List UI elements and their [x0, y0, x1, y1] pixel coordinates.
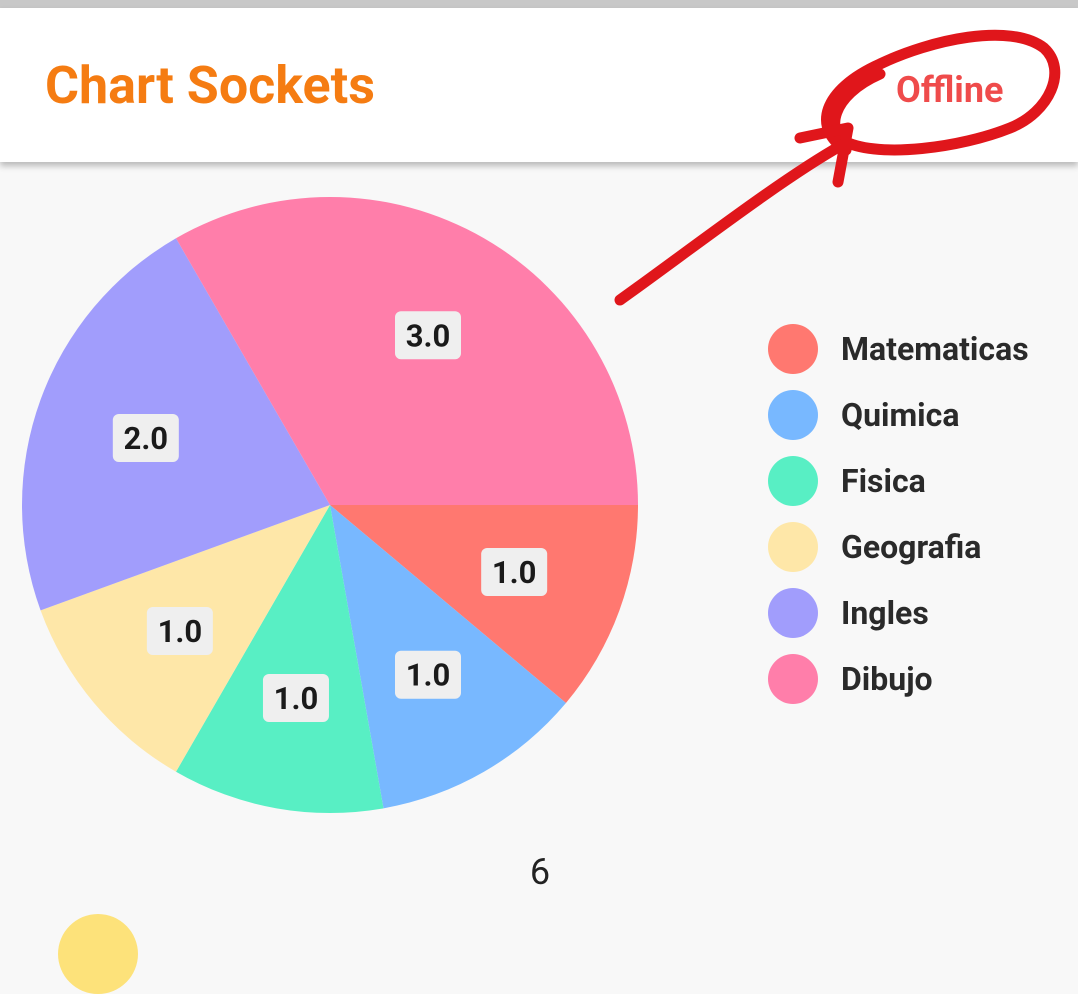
status-bar-strip	[0, 0, 1078, 8]
legend-color-dot	[768, 456, 818, 506]
pie-chart: 1.0 1.0 1.0 1.0 2.0 3.0	[21, 197, 638, 813]
pie-value-text: 2.0	[124, 420, 169, 457]
chart-legend: Matematicas Quimica Fisica Geografia Ingles D…	[768, 316, 1068, 712]
legend-label: Ingles	[841, 594, 929, 632]
pie-value-text: 1.0	[406, 657, 451, 694]
connection-status: Offline	[896, 69, 1004, 111]
legend-color-dot	[768, 324, 818, 374]
pie-value-text: 3.0	[406, 317, 451, 354]
pie-value-text: 1.0	[158, 613, 203, 650]
legend-label: Fisica	[841, 462, 926, 500]
legend-item-ingles: Ingles	[768, 580, 1068, 646]
legend-item-dibujo: Dibujo	[768, 646, 1068, 712]
pie-value-label: 1.0	[146, 606, 213, 655]
item-count: 6	[529, 851, 551, 893]
legend-item-fisica: Fisica	[768, 448, 1068, 514]
avatar	[58, 914, 138, 994]
pie-value-label: 3.0	[395, 311, 461, 360]
pie-value-label: 1.0	[395, 650, 461, 699]
pie-value-label: 1.0	[262, 674, 329, 723]
legend-color-dot	[768, 522, 818, 572]
legend-label: Matematicas	[841, 330, 1029, 368]
legend-label: Dibujo	[841, 660, 933, 698]
pie-value-text: 1.0	[492, 554, 537, 591]
app-title: Chart Sockets	[45, 55, 375, 116]
legend-color-dot	[768, 654, 818, 704]
legend-color-dot	[768, 390, 818, 440]
legend-label: Quimica	[841, 396, 960, 434]
pie-value-label: 2.0	[112, 413, 179, 462]
app-bar: Chart Sockets Offline	[0, 8, 1078, 162]
pie-value-label: 1.0	[481, 548, 548, 597]
legend-item-quimica: Quimica	[768, 382, 1068, 448]
legend-label: Geografia	[841, 528, 982, 566]
pie-value-text: 1.0	[274, 680, 319, 717]
legend-item-geografia: Geografia	[768, 514, 1068, 580]
legend-item-matematicas: Matematicas	[768, 316, 1068, 382]
legend-color-dot	[768, 588, 818, 638]
